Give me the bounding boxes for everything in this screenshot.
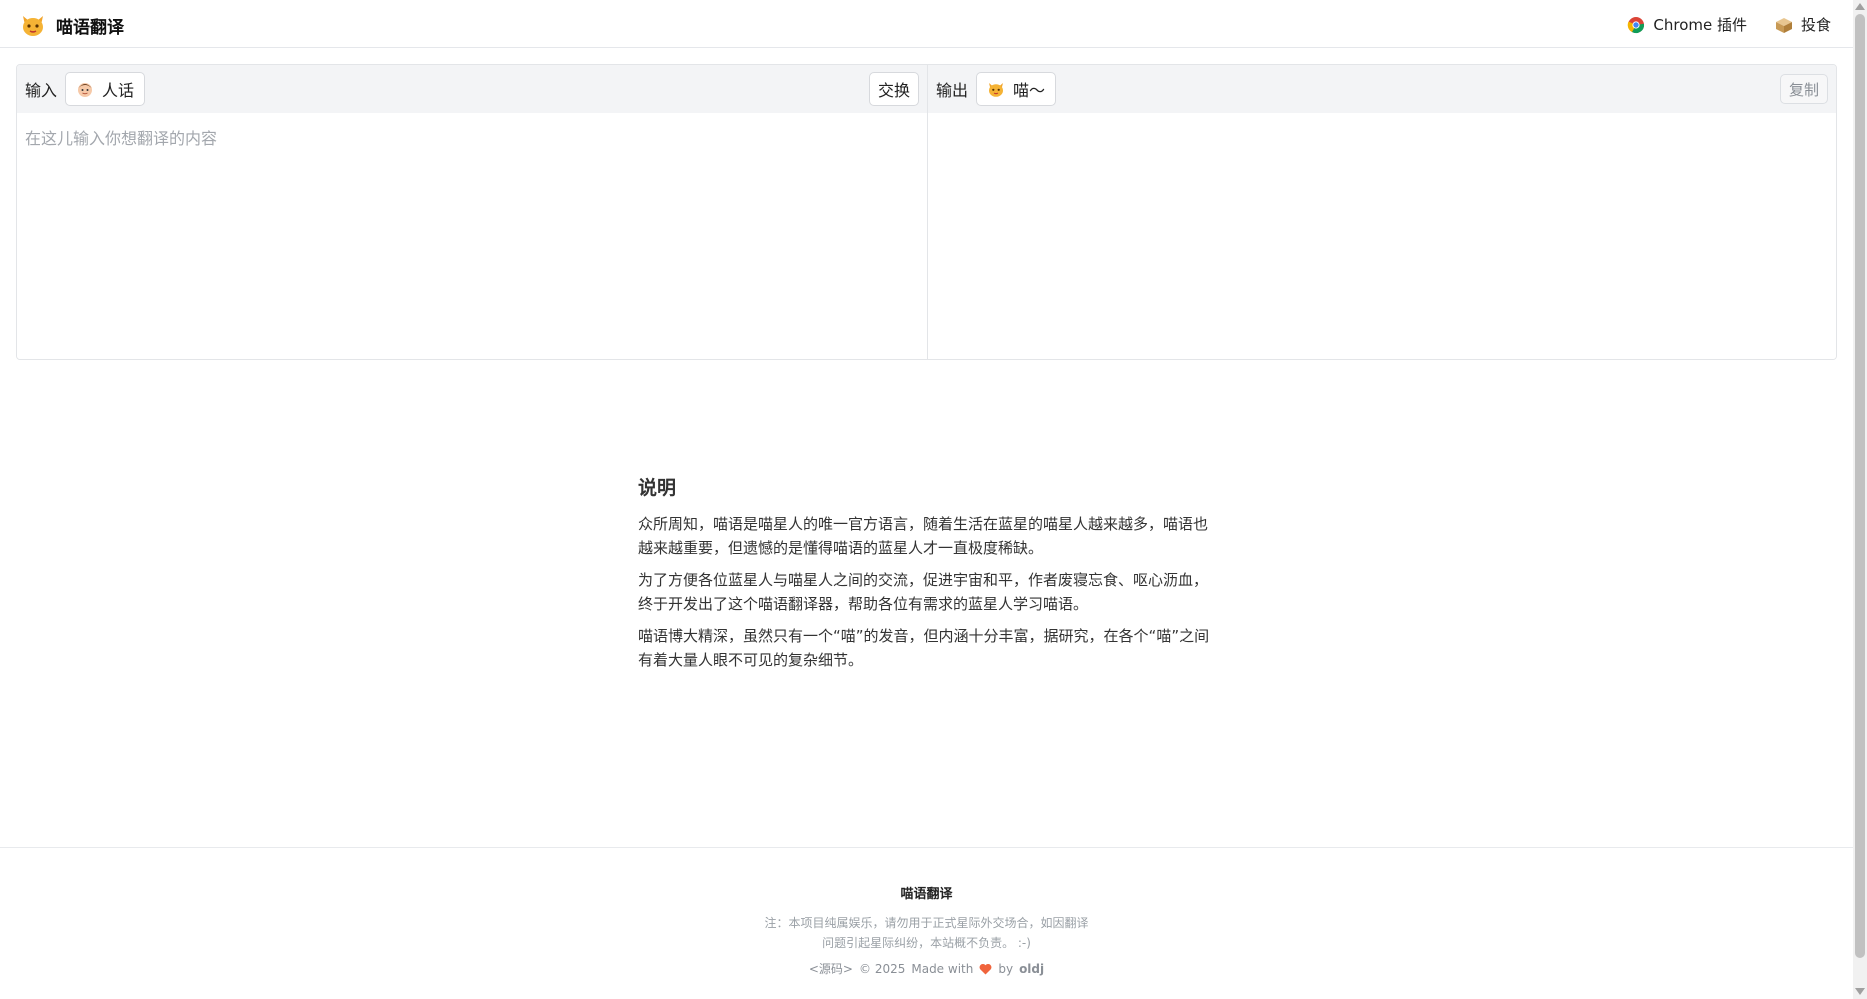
source-text-input[interactable] — [17, 113, 927, 359]
input-language-label: 人话 — [102, 81, 135, 100]
cat-face-icon — [23, 16, 43, 36]
output-toolbar: 输出 喵～ 复制 — [928, 65, 1836, 113]
person-face-icon — [78, 83, 93, 97]
source-code-link[interactable]: <源码> — [809, 960, 853, 977]
swap-button[interactable]: 交换 — [868, 72, 919, 106]
donate-link[interactable]: 投食 — [1775, 14, 1831, 35]
copy-button[interactable]: 复制 — [1779, 74, 1828, 104]
author-link[interactable]: oldj — [1019, 962, 1044, 976]
description-paragraph: 喵语博大精深，虽然只有一个“喵”的发音，但内涵十分丰富，据研究，在各个“喵”之间… — [638, 627, 1210, 669]
copyright-text: © 2025 — [859, 961, 906, 976]
by-text: by — [998, 961, 1014, 976]
food-box-icon — [1775, 17, 1792, 33]
input-label: 输入 — [25, 81, 58, 100]
chrome-icon — [1628, 16, 1645, 33]
header-nav: Chrome 插件 投食 — [1627, 14, 1831, 35]
chrome-extension-label: Chrome 插件 — [1653, 16, 1747, 34]
input-language-button[interactable]: 人话 — [65, 72, 146, 106]
output-language-button[interactable]: 喵～ — [976, 72, 1057, 106]
footer-disclaimer: 注：本项目纯属娱乐，请勿用于正式星际外交场合，如因翻译问题引起星际纠纷，本站概不… — [764, 916, 1089, 950]
input-pane: 输入 人话 交换 — [17, 65, 928, 359]
translation-output[interactable] — [928, 113, 1836, 359]
description-paragraph: 众所周知，喵语是喵星人的唯一官方语言，随着生活在蓝星的喵星人越来越多，喵语也越来… — [638, 515, 1209, 557]
scroll-down-arrow-icon[interactable] — [1855, 988, 1865, 995]
footer-credits: <源码> © 2025 Made with by oldj — [0, 960, 1853, 977]
scrollbar-thumb[interactable] — [1855, 14, 1865, 958]
output-language-label: 喵～ — [1013, 81, 1046, 100]
top-header: 喵语翻译 Chrome 插件 投食 — [0, 0, 1853, 48]
description-section: 说明 众所周知，喵语是喵星人的唯一官方语言，随着生活在蓝星的喵星人越来越多，喵语… — [638, 473, 1218, 680]
page-footer: 喵语翻译 注：本项目纯属娱乐，请勿用于正式星际外交场合，如因翻译问题引起星际纠纷… — [0, 847, 1853, 999]
made-with-text: Made with — [911, 961, 974, 976]
brand-title: 喵语翻译 — [56, 17, 124, 38]
brand[interactable]: 喵语翻译 — [20, 12, 124, 38]
output-pane: 输出 喵～ 复制 — [928, 65, 1836, 359]
description-title: 说明 — [638, 477, 677, 499]
page-scrollbar[interactable] — [1853, 0, 1867, 999]
chrome-extension-link[interactable]: Chrome 插件 — [1627, 14, 1747, 35]
translator-panel: 输入 人话 交换 输出 — [16, 64, 1837, 360]
input-toolbar: 输入 人话 交换 — [17, 65, 927, 113]
output-label: 输出 — [936, 81, 969, 100]
scroll-up-arrow-icon[interactable] — [1855, 3, 1865, 10]
heart-icon — [979, 963, 992, 974]
footer-title: 喵语翻译 — [900, 887, 953, 902]
description-paragraph: 为了方便各位蓝星人与喵星人之间的交流，促进宇宙和平，作者废寝忘食、呕心沥血，终于… — [638, 571, 1209, 613]
cat-face-icon — [989, 83, 1004, 97]
donate-label: 投食 — [1800, 16, 1831, 34]
